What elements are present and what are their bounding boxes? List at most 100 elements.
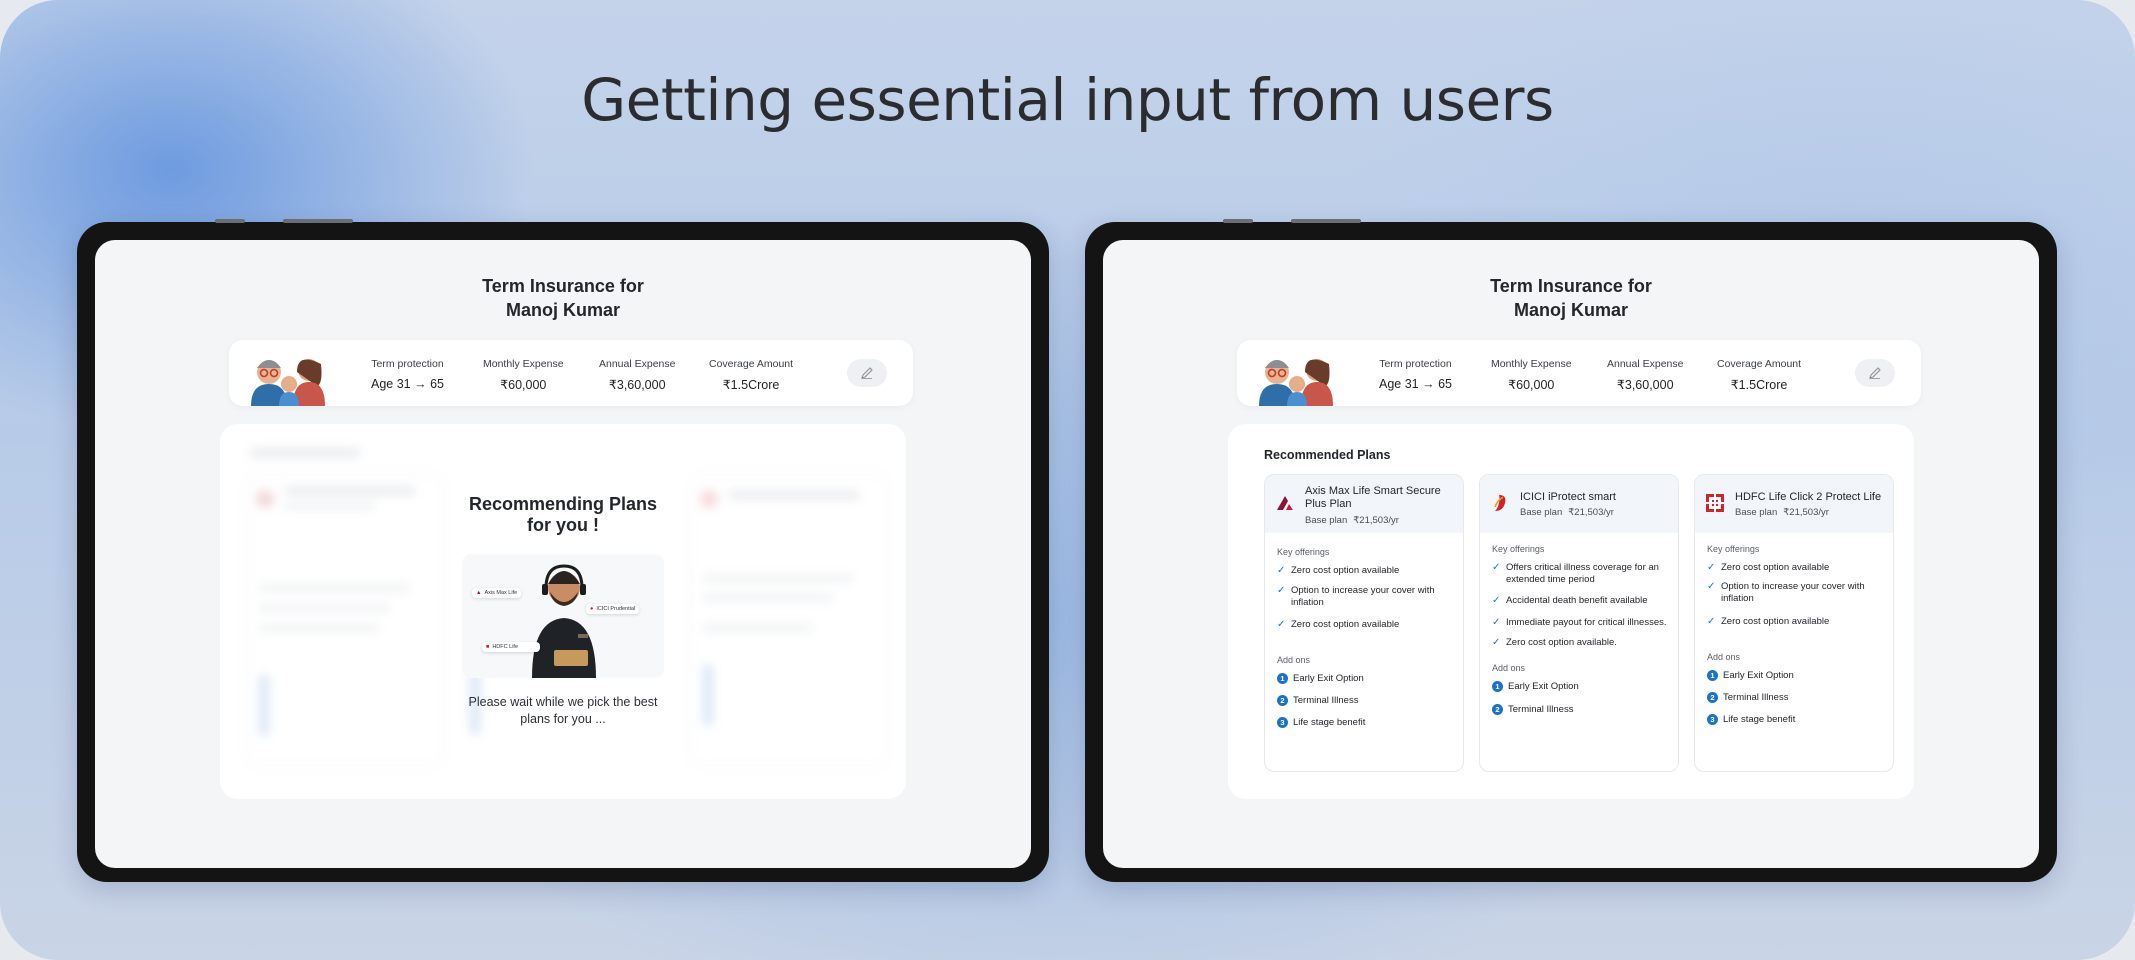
addons-label: Add ons <box>1707 652 1741 662</box>
addon-item: 2 Terminal Illness <box>1277 695 1455 707</box>
hdfc-tag-label: HDFC Life <box>492 644 518 650</box>
base-plan-label: Base plan <box>1735 507 1778 518</box>
summary-card: Term protection Age 31 → 65 Monthly Expe… <box>229 340 913 406</box>
addon-item: 3 Life stage benefit <box>1277 717 1455 729</box>
plan-price: ₹21,503/yr <box>1783 507 1829 518</box>
check-icon: ✓ <box>1707 562 1716 573</box>
base-plan-label: Base plan <box>1520 507 1563 518</box>
plan-card-hdfc[interactable]: HDFC Life Click 2 Protect Life Base plan… <box>1694 474 1894 772</box>
monthly-expense-stat: Monthly Expense ₹60,000 <box>483 358 564 392</box>
coverage-value: ₹1.5Crore <box>1730 378 1788 392</box>
key-offerings-label: Key offerings <box>1707 544 1760 554</box>
offering-item: ✓ Zero cost option available <box>1707 562 1830 573</box>
check-icon: ✓ <box>1492 617 1501 628</box>
number-badge-icon: 3 <box>1277 717 1288 728</box>
term-value: Age 31 → 65 <box>371 377 444 391</box>
monthly-label: Monthly Expense <box>483 358 564 370</box>
offering-item: ✓ Zero cost option available <box>1277 619 1400 630</box>
page-title: Term Insurance for Manoj Kumar <box>95 274 1031 322</box>
term-protection-stat: Term protection Age 31 → 65 <box>1379 358 1452 391</box>
plan-header: Axis Max Life Smart Secure Plus Plan Bas… <box>1265 475 1463 533</box>
hdfc-tag: ■ HDFC Life <box>482 642 540 652</box>
plan-price: ₹21,503/yr <box>1568 507 1614 518</box>
monthly-label: Monthly Expense <box>1491 358 1572 370</box>
screen: Term Insurance for Manoj Kumar Term prot… <box>95 240 1031 868</box>
addon-item: 2 Terminal Illness <box>1492 704 1670 716</box>
annual-label: Annual Expense <box>599 358 676 370</box>
annual-value: ₹3,60,000 <box>1616 378 1674 392</box>
number-badge-icon: 2 <box>1707 692 1718 703</box>
addon-item: 1 Early Exit Option <box>1707 670 1885 682</box>
addon-item: 1 Early Exit Option <box>1492 681 1670 693</box>
plan-base-price: Base plan ₹21,503/yr <box>1735 507 1829 518</box>
number-badge-icon: 2 <box>1277 695 1288 706</box>
offering-item: ✓ Zero cost option available. <box>1492 637 1617 648</box>
axis-tag-label: Axis Max Life <box>484 590 518 596</box>
device-button <box>215 219 245 223</box>
edit-button[interactable] <box>847 359 887 387</box>
edit-button[interactable] <box>1855 359 1895 387</box>
annual-label: Annual Expense <box>1607 358 1684 370</box>
addon-item: 1 Early Exit Option <box>1277 673 1455 685</box>
plan-name: ICICI iProtect smart <box>1520 491 1616 503</box>
number-badge-icon: 1 <box>1707 670 1718 681</box>
tablet-recommended: Term Insurance for Manoj Kumar Term prot… <box>1085 219 2057 882</box>
addons-label: Add ons <box>1492 663 1526 673</box>
check-icon: ✓ <box>1707 616 1716 627</box>
annual-expense-stat: Annual Expense ₹3,60,000 <box>1607 358 1683 392</box>
monthly-value: ₹60,000 <box>1508 378 1555 392</box>
recommended-plans-panel: Recommended Plans Axis Max Life Smart Se… <box>1228 424 1914 799</box>
icici-logo-icon: ● <box>590 606 594 612</box>
check-icon: ✓ <box>1277 585 1286 596</box>
offering-item: ✓ Option to increase your cover with infl… <box>1707 581 1865 604</box>
hdfc-logo-icon: ■ <box>486 644 490 650</box>
check-icon: ✓ <box>1277 619 1286 630</box>
family-avatar <box>251 359 325 406</box>
plan-header: ICICI iProtect smart Base plan ₹21,503/yr <box>1480 475 1678 533</box>
term-value: Age 31 → 65 <box>1379 377 1452 391</box>
page-title-line2: Manoj Kumar <box>505 300 620 320</box>
hdfc-logo-icon <box>1706 494 1724 512</box>
pencil-icon <box>1869 367 1881 379</box>
axis-tag: ▲ Axis Max Life <box>472 588 522 598</box>
coverage-amount-stat: Coverage Amount ₹1.5Crore <box>1717 358 1801 392</box>
plan-card-icici[interactable]: ICICI iProtect smart Base plan ₹21,503/yr… <box>1479 474 1679 772</box>
term-label: Term protection <box>1379 358 1452 370</box>
monthly-value: ₹60,000 <box>500 378 547 392</box>
device-button <box>1223 219 1253 223</box>
page-title-line2: Manoj Kumar <box>1513 300 1628 320</box>
addons-label: Add ons <box>1277 655 1311 665</box>
plan-base-price: Base plan ₹21,503/yr <box>1305 515 1399 526</box>
loader-title-line2: for you ! <box>527 515 599 535</box>
term-label: Term protection <box>371 358 444 370</box>
plan-price: ₹21,503/yr <box>1353 515 1399 526</box>
screen: Term Insurance for Manoj Kumar Term prot… <box>1103 240 2039 868</box>
key-offerings-label: Key offerings <box>1277 547 1330 557</box>
offering-item: ✓ Accidental death benefit available <box>1492 595 1648 606</box>
coverage-label: Coverage Amount <box>709 358 794 370</box>
device-button <box>283 219 353 223</box>
family-avatar <box>1259 359 1333 406</box>
offering-item: ✓ Offers critical illness coverage for an… <box>1492 562 1659 585</box>
addon-item: 2 Terminal Illness <box>1707 692 1885 704</box>
plan-card-axis[interactable]: Axis Max Life Smart Secure Plus Plan Bas… <box>1264 474 1464 772</box>
loading-panel: Recommending Plans for you ! ▲ Axis Max … <box>220 424 906 799</box>
plan-name: HDFC Life Click 2 Protect Life <box>1735 491 1882 503</box>
loader-message: Please wait while we pick the best plans… <box>468 695 658 726</box>
loader-title-line1: Recommending Plans <box>468 494 658 514</box>
axis-logo-icon: ▲ <box>476 590 482 596</box>
loader-title: Recommending Plans for you ! <box>220 494 906 536</box>
addon-item: 3 Life stage benefit <box>1707 714 1885 726</box>
base-plan-label: Base plan <box>1305 515 1348 526</box>
offering-item: ✓ Zero cost option available <box>1707 616 1830 627</box>
offering-item: ✓ Immediate payout for critical illnesses… <box>1492 617 1667 628</box>
plan-name: Axis Max Life Smart Secure Plus Plan <box>1305 485 1441 510</box>
icici-tag: ● ICICI Prudential <box>586 604 640 614</box>
number-badge-icon: 2 <box>1492 704 1503 715</box>
offering-item: ✓ Option to increase your cover with infl… <box>1277 585 1435 608</box>
agent-illustration: ▲ Axis Max Life ● ICICI Prudential ■ HDF… <box>462 554 664 678</box>
term-protection-stat: Term protection Age 31 → 65 <box>371 358 444 391</box>
page-title-line1: Term Insurance for <box>1490 276 1652 296</box>
pencil-icon <box>861 367 873 379</box>
annual-value: ₹3,60,000 <box>608 378 666 392</box>
